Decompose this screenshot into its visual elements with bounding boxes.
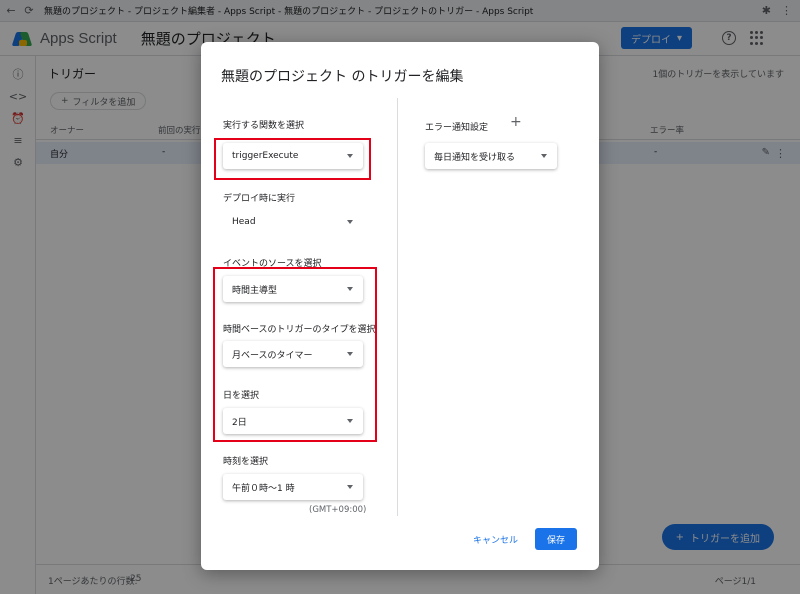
timezone-label: (GMT+09:00)	[309, 505, 367, 515]
add-notification-plus-icon[interactable]: +	[510, 114, 522, 130]
edit-trigger-dialog: 無題のプロジェクト のトリガーを編集 実行する関数を選択 triggerExec…	[201, 42, 599, 570]
save-button[interactable]: 保存	[535, 528, 577, 550]
deploy-label: デプロイ時に実行	[223, 194, 296, 204]
time-select[interactable]: 午前０時～1 時	[223, 474, 363, 500]
time-label: 時刻を選択	[223, 457, 269, 467]
highlight-box-function	[214, 138, 371, 180]
highlight-box-schedule	[213, 267, 377, 442]
dropdown-caret-icon	[347, 220, 353, 224]
function-label: 実行する関数を選択	[223, 121, 305, 131]
dropdown-caret-icon	[541, 154, 547, 158]
deploy-select[interactable]: Head	[223, 209, 363, 235]
dropdown-caret-icon	[347, 485, 353, 489]
cancel-button[interactable]: キャンセル	[465, 528, 526, 550]
error-notification-label: エラー通知設定	[425, 123, 489, 133]
dialog-title: 無題のプロジェクト のトリガーを編集	[221, 69, 464, 85]
error-notification-select[interactable]: 毎日通知を受け取る	[425, 143, 557, 169]
column-divider	[397, 98, 398, 516]
